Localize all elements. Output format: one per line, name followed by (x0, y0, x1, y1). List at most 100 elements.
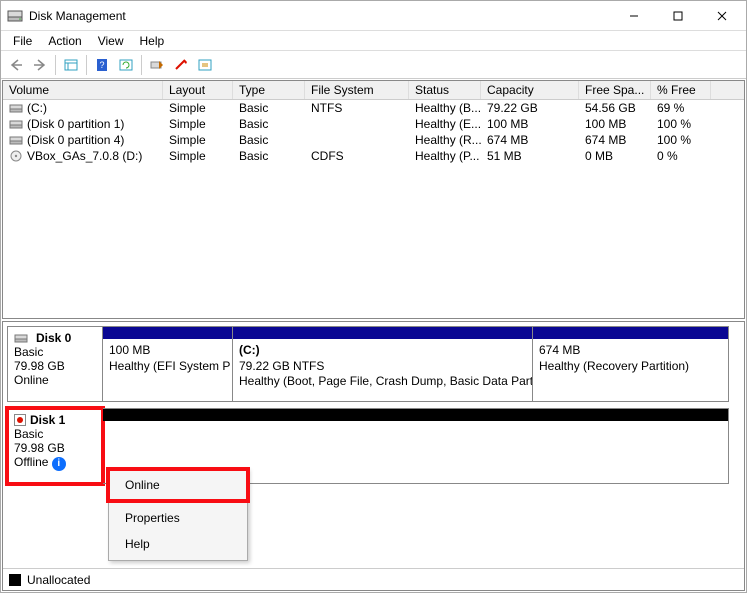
disk-partition[interactable]: (C:)79.22 GB NTFSHealthy (Boot, Page Fil… (233, 326, 533, 402)
disk-label[interactable]: Disk 0Basic79.98 GBOnline (7, 326, 103, 402)
disk-partition[interactable]: 674 MBHealthy (Recovery Partition) (533, 326, 729, 402)
drive-icon (9, 150, 23, 162)
volume-status: Healthy (P... (409, 148, 481, 164)
drive-icon (9, 102, 23, 114)
partition-color-bar (103, 409, 728, 421)
volume-layout: Simple (163, 148, 233, 164)
options-button[interactable] (194, 54, 216, 76)
volume-capacity: 51 MB (481, 148, 579, 164)
col-freespace[interactable]: Free Spa... (579, 81, 651, 99)
volume-capacity: 100 MB (481, 116, 579, 132)
properties-button[interactable] (170, 54, 192, 76)
volume-fs: NTFS (305, 100, 409, 116)
context-menu: Online Properties Help (108, 468, 248, 561)
volume-capacity: 674 MB (481, 132, 579, 148)
volume-row[interactable]: (C:) SimpleBasicNTFSHealthy (B...79.22 GB… (3, 100, 744, 116)
volume-free: 100 MB (579, 116, 651, 132)
menu-help[interactable]: Help (132, 32, 173, 50)
partition-color-bar (103, 327, 232, 339)
partition-size: 79.22 GB NTFS (239, 359, 526, 375)
partition-status: Healthy (Boot, Page File, Crash Dump, Ba… (239, 374, 526, 390)
volume-layout: Simple (163, 100, 233, 116)
disk-state: Online (14, 373, 96, 387)
partition-size: 100 MB (109, 343, 226, 359)
menu-file[interactable]: File (5, 32, 40, 50)
disk-state: Offline i (14, 455, 96, 471)
col-filesystem[interactable]: File System (305, 81, 409, 99)
col-capacity[interactable]: Capacity (481, 81, 579, 99)
drive-icon (9, 134, 23, 146)
volume-name: VBox_GAs_7.0.8 (D:) (27, 149, 142, 163)
info-icon[interactable]: i (52, 457, 66, 471)
partition-size: 674 MB (539, 343, 722, 359)
volume-type: Basic (233, 132, 305, 148)
volume-layout: Simple (163, 132, 233, 148)
disk-icon (14, 332, 28, 344)
volume-fs (305, 132, 409, 148)
volume-status: Healthy (R... (409, 132, 481, 148)
close-button[interactable] (700, 2, 744, 30)
volume-row[interactable]: VBox_GAs_7.0.8 (D:) SimpleBasicCDFSHealth… (3, 148, 744, 164)
disk-partition[interactable]: 100 MBHealthy (EFI System P (103, 326, 233, 402)
partition-title: (C:) (239, 343, 526, 359)
view-list-button[interactable] (60, 54, 82, 76)
volume-fs (305, 116, 409, 132)
disk-name: Disk 0 (36, 331, 71, 345)
volume-row[interactable]: (Disk 0 partition 4)SimpleBasicHealthy (… (3, 132, 744, 148)
col-layout[interactable]: Layout (163, 81, 233, 99)
volume-fs: CDFS (305, 148, 409, 164)
app-icon (7, 8, 23, 24)
rescan-button[interactable] (146, 54, 168, 76)
volume-name: (Disk 0 partition 1) (27, 117, 124, 131)
volume-pctfree: 0 % (651, 148, 711, 164)
ctx-properties[interactable]: Properties (111, 505, 245, 531)
volume-status: Healthy (B... (409, 100, 481, 116)
svg-text:?: ? (99, 60, 104, 70)
drive-icon (9, 118, 23, 130)
volume-layout: Simple (163, 116, 233, 132)
menu-action[interactable]: Action (40, 32, 89, 50)
legend-swatch-unallocated (9, 574, 21, 586)
col-status[interactable]: Status (409, 81, 481, 99)
minimize-button[interactable] (612, 2, 656, 30)
titlebar: Disk Management (1, 1, 746, 31)
volume-pctfree: 100 % (651, 116, 711, 132)
legend-label-unallocated: Unallocated (27, 573, 90, 587)
forward-button[interactable] (29, 54, 51, 76)
maximize-button[interactable] (656, 2, 700, 30)
legend: Unallocated (3, 568, 744, 590)
help-button[interactable]: ? (91, 54, 113, 76)
volume-row[interactable]: (Disk 0 partition 1)SimpleBasicHealthy (… (3, 116, 744, 132)
volume-name: (C:) (27, 101, 47, 115)
volume-list: Volume Layout Type File System Status Ca… (2, 80, 745, 319)
ctx-separator (113, 501, 243, 502)
volume-free: 674 MB (579, 132, 651, 148)
col-type[interactable]: Type (233, 81, 305, 99)
back-button[interactable] (5, 54, 27, 76)
col-pctfree[interactable]: % Free (651, 81, 711, 99)
disk-size: 79.98 GB (14, 441, 96, 455)
partition-status: Healthy (EFI System P (109, 359, 226, 375)
volume-header: Volume Layout Type File System Status Ca… (3, 81, 744, 100)
disk-name: Disk 1 (30, 413, 65, 427)
ctx-help[interactable]: Help (111, 531, 245, 557)
col-volume[interactable]: Volume (3, 81, 163, 99)
ctx-online[interactable]: Online (111, 472, 245, 498)
disk-label[interactable]: Disk 1Basic79.98 GBOffline i (7, 408, 103, 484)
disk-type: Basic (14, 427, 96, 441)
refresh-button[interactable] (115, 54, 137, 76)
disk-size: 79.98 GB (14, 359, 96, 373)
offline-icon (14, 414, 26, 426)
volume-pctfree: 69 % (651, 100, 711, 116)
volume-type: Basic (233, 148, 305, 164)
partition-status: Healthy (Recovery Partition) (539, 359, 722, 375)
volume-free: 54.56 GB (579, 100, 651, 116)
volume-free: 0 MB (579, 148, 651, 164)
partition-color-bar (533, 327, 728, 339)
menu-view[interactable]: View (90, 32, 132, 50)
volume-capacity: 79.22 GB (481, 100, 579, 116)
volume-type: Basic (233, 100, 305, 116)
toolbar: ? (1, 51, 746, 79)
partition-color-bar (233, 327, 532, 339)
volume-status: Healthy (E... (409, 116, 481, 132)
